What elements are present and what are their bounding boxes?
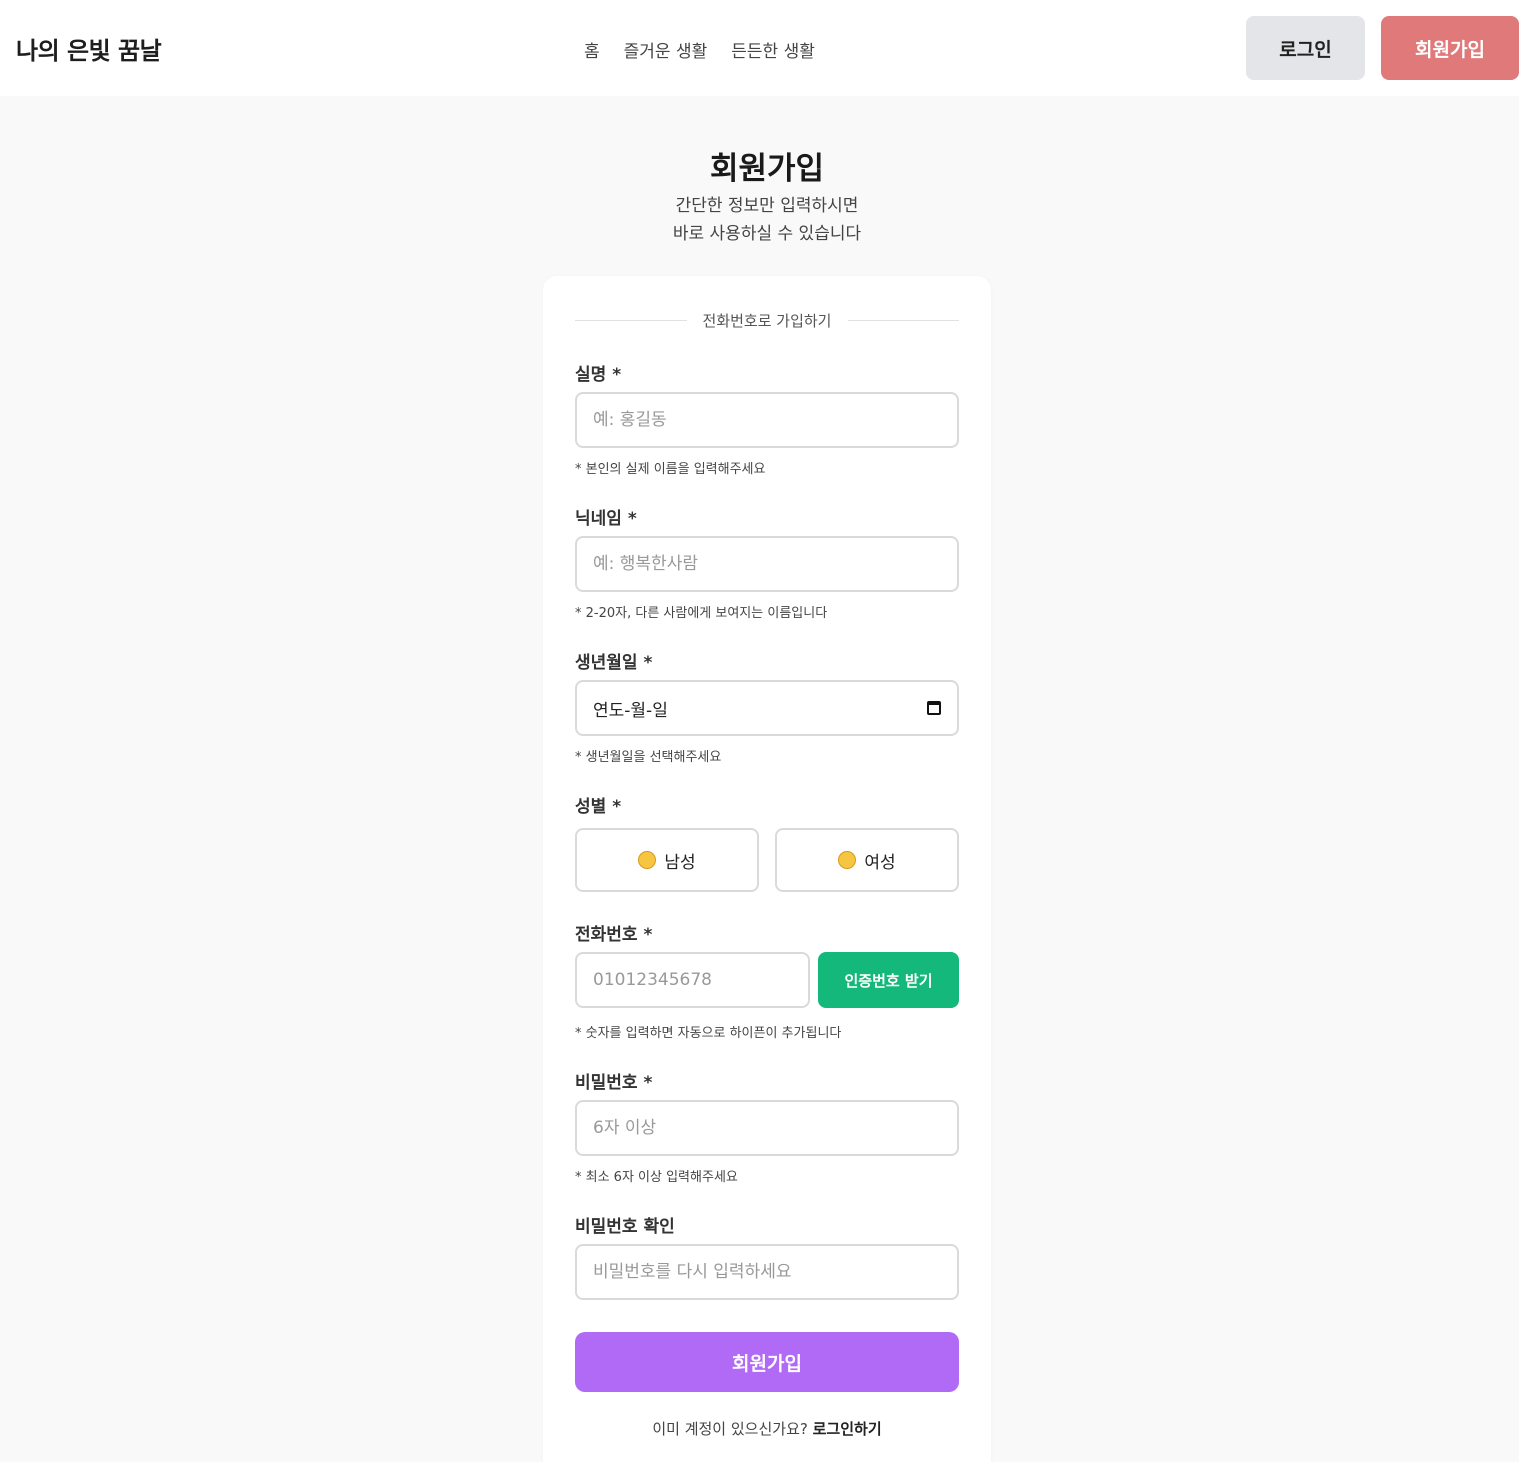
gender-male-label: 남성: [664, 852, 696, 873]
section-label: 전화번호로 가입하기: [702, 311, 832, 330]
birth-label: 생년월일 *: [575, 653, 653, 673]
signup-button-top[interactable]: 회원가입: [1381, 16, 1519, 80]
gender-female-label: 여성: [864, 852, 896, 873]
phone-label: 전화번호 *: [575, 925, 653, 945]
password-confirm-input[interactable]: [575, 1244, 959, 1300]
calendar-icon[interactable]: [927, 701, 941, 715]
female-emoji-icon: [838, 851, 857, 869]
nickname-hint: * 2-20자, 다른 사람에게 보여지는 이름입니다: [575, 606, 828, 621]
section-divider: 전화번호로 가입하기: [575, 308, 960, 332]
nav-fun-life[interactable]: 즐거운 생활: [624, 37, 708, 62]
gender-male-button[interactable]: 남성: [575, 828, 759, 892]
password-hint: * 최소 6자 이상 입력해주세요: [575, 1170, 738, 1185]
birth-date-value: 연도-월-일: [593, 700, 668, 721]
signup-card: 전화번호로 가입하기 실명 * * 본인의 실제 이름을 입력해주세요 닉네임 …: [543, 276, 991, 1462]
nav-secure-life[interactable]: 든든한 생활: [731, 37, 815, 62]
site-logo[interactable]: 나의 은빛 꿈날: [16, 31, 162, 66]
divider-line-right: [847, 319, 960, 321]
page-title: 회원가입: [709, 151, 825, 187]
nickname-label: 닉네임 *: [575, 509, 637, 529]
submit-signup-button[interactable]: 회원가입: [575, 1332, 959, 1392]
name-label: 실명 *: [575, 365, 622, 385]
login-button[interactable]: 로그인: [1246, 16, 1365, 80]
login-prompt: 이미 계정이 있으신가요? 로그인하기: [543, 1418, 991, 1439]
phone-input[interactable]: [575, 952, 810, 1008]
password-label: 비밀번호 *: [575, 1073, 653, 1093]
main-nav: 홈 즐거운 생활 든든한 생활: [584, 37, 815, 62]
password-input[interactable]: [575, 1100, 959, 1156]
gender-female-button[interactable]: 여성: [775, 828, 959, 892]
verify-code-button[interactable]: 인증번호 받기: [818, 952, 959, 1008]
name-input[interactable]: [575, 392, 959, 448]
top-header: 나의 은빛 꿈날 홈 즐거운 생활 든든한 생활 로그인 회원가입: [0, 0, 1519, 96]
birth-hint: * 생년월일을 선택해주세요: [575, 750, 722, 765]
already-account-text: 이미 계정이 있으신가요?: [652, 1420, 808, 1438]
gender-label: 성별 *: [575, 797, 622, 817]
divider-line-left: [575, 319, 687, 321]
nav-home[interactable]: 홈: [584, 37, 600, 62]
male-emoji-icon: [638, 851, 657, 869]
birth-date-input[interactable]: 연도-월-일: [575, 680, 959, 736]
page-subtitle-2: 바로 사용하실 수 있습니다: [672, 224, 862, 244]
login-link[interactable]: 로그인하기: [813, 1420, 882, 1438]
password-confirm-label: 비밀번호 확인: [575, 1217, 675, 1237]
phone-hint: * 숫자를 입력하면 자동으로 하이픈이 추가됩니다: [575, 1026, 842, 1041]
name-hint: * 본인의 실제 이름을 입력해주세요: [575, 462, 766, 477]
page-subtitle-1: 간단한 정보만 입력하시면: [675, 196, 859, 216]
nickname-input[interactable]: [575, 536, 959, 592]
